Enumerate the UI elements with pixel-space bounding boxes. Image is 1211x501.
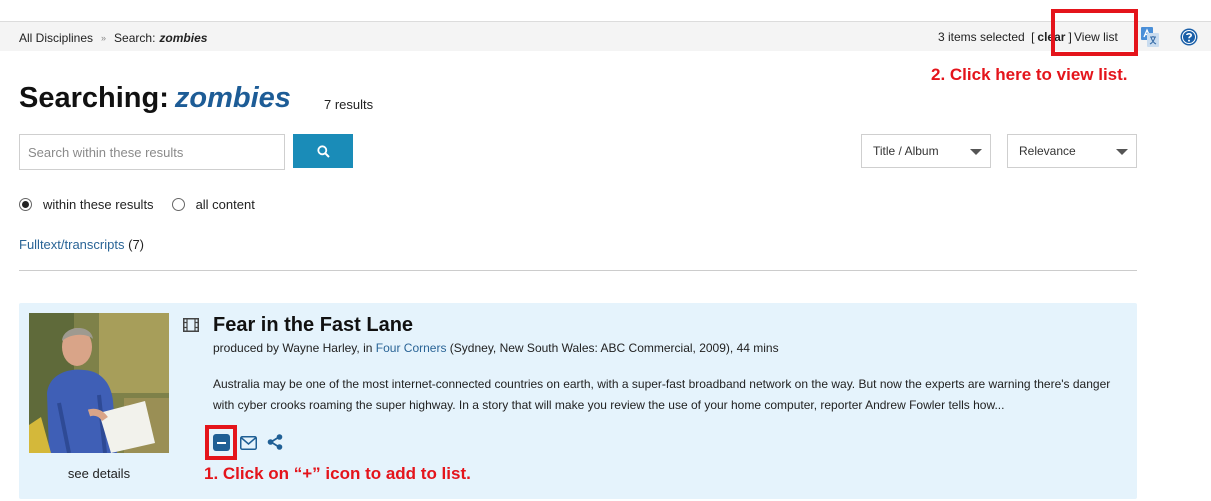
translate-icon[interactable] — [1141, 27, 1159, 47]
email-icon[interactable] — [240, 434, 257, 451]
top-bar: All Disciplines » Search: zombies 3 item… — [0, 22, 1211, 51]
sort-field-select[interactable]: Title / Album — [861, 134, 991, 168]
annotation-step-2: 2. Click here to view list. — [931, 65, 1128, 84]
fulltext-facet-count: (7) — [128, 237, 144, 252]
fulltext-facet-link[interactable]: Fulltext/transcripts — [19, 237, 124, 252]
help-icon[interactable] — [1180, 28, 1198, 46]
bracket-open: [ — [1031, 30, 1035, 44]
radio-within-results[interactable] — [19, 198, 32, 211]
annotation-box-add-to-list — [205, 425, 237, 460]
sort-order-value: Relevance — [1019, 144, 1076, 158]
search-button[interactable] — [293, 134, 353, 168]
breadcrumb-all-disciplines[interactable]: All Disciplines — [19, 31, 93, 45]
result-description: Australia may be one of the most interne… — [213, 377, 1111, 412]
film-icon — [183, 318, 199, 332]
search-within-input[interactable] — [19, 134, 285, 170]
divider — [19, 270, 1137, 271]
sort-field-value: Title / Album — [873, 144, 939, 158]
radio-within-results-label[interactable]: within these results — [43, 197, 154, 212]
result-count: 7 results — [324, 97, 374, 112]
scope-radio-group: within these results all content — [19, 197, 273, 212]
breadcrumb-search-label: Search: — [114, 31, 156, 45]
search-icon — [316, 144, 330, 158]
page-title: Searching: zombies — [19, 82, 291, 115]
annotation-step-1: 1. Click on “+” icon to add to list. — [204, 464, 471, 483]
result-publication: (Sydney, New South Wales: ABC Commercial… — [449, 341, 779, 355]
annotation-box-view-list — [1051, 9, 1138, 56]
result-meta: produced by Wayne Harley, in Four Corner… — [213, 341, 779, 355]
radio-all-content[interactable] — [171, 198, 185, 211]
chevron-down-icon — [1116, 149, 1128, 155]
result-series-link[interactable]: Four Corners — [376, 341, 447, 355]
share-icon[interactable] — [267, 434, 283, 450]
chevron-down-icon — [970, 149, 982, 155]
result-producer: produced by Wayne Harley, in — [213, 341, 373, 355]
breadcrumb-search-term: zombies — [159, 31, 208, 45]
see-details-link[interactable]: see details — [29, 466, 169, 481]
page-title-prefix: Searching: — [19, 82, 169, 114]
selection-count: 3 items selected — [938, 30, 1025, 44]
page-title-query: zombies — [174, 82, 291, 114]
sort-order-select[interactable]: Relevance — [1007, 134, 1137, 168]
fulltext-facet: Fulltext/transcripts (7) — [19, 237, 144, 252]
radio-all-content-label[interactable]: all content — [196, 197, 255, 212]
breadcrumb-separator: » — [101, 33, 107, 43]
result-card: see details Fear in the Fast Lane produc… — [19, 303, 1137, 499]
result-thumbnail[interactable] — [29, 313, 169, 453]
result-title-link[interactable]: Fear in the Fast Lane — [213, 314, 413, 337]
breadcrumb: All Disciplines » Search: zombies — [19, 31, 207, 45]
